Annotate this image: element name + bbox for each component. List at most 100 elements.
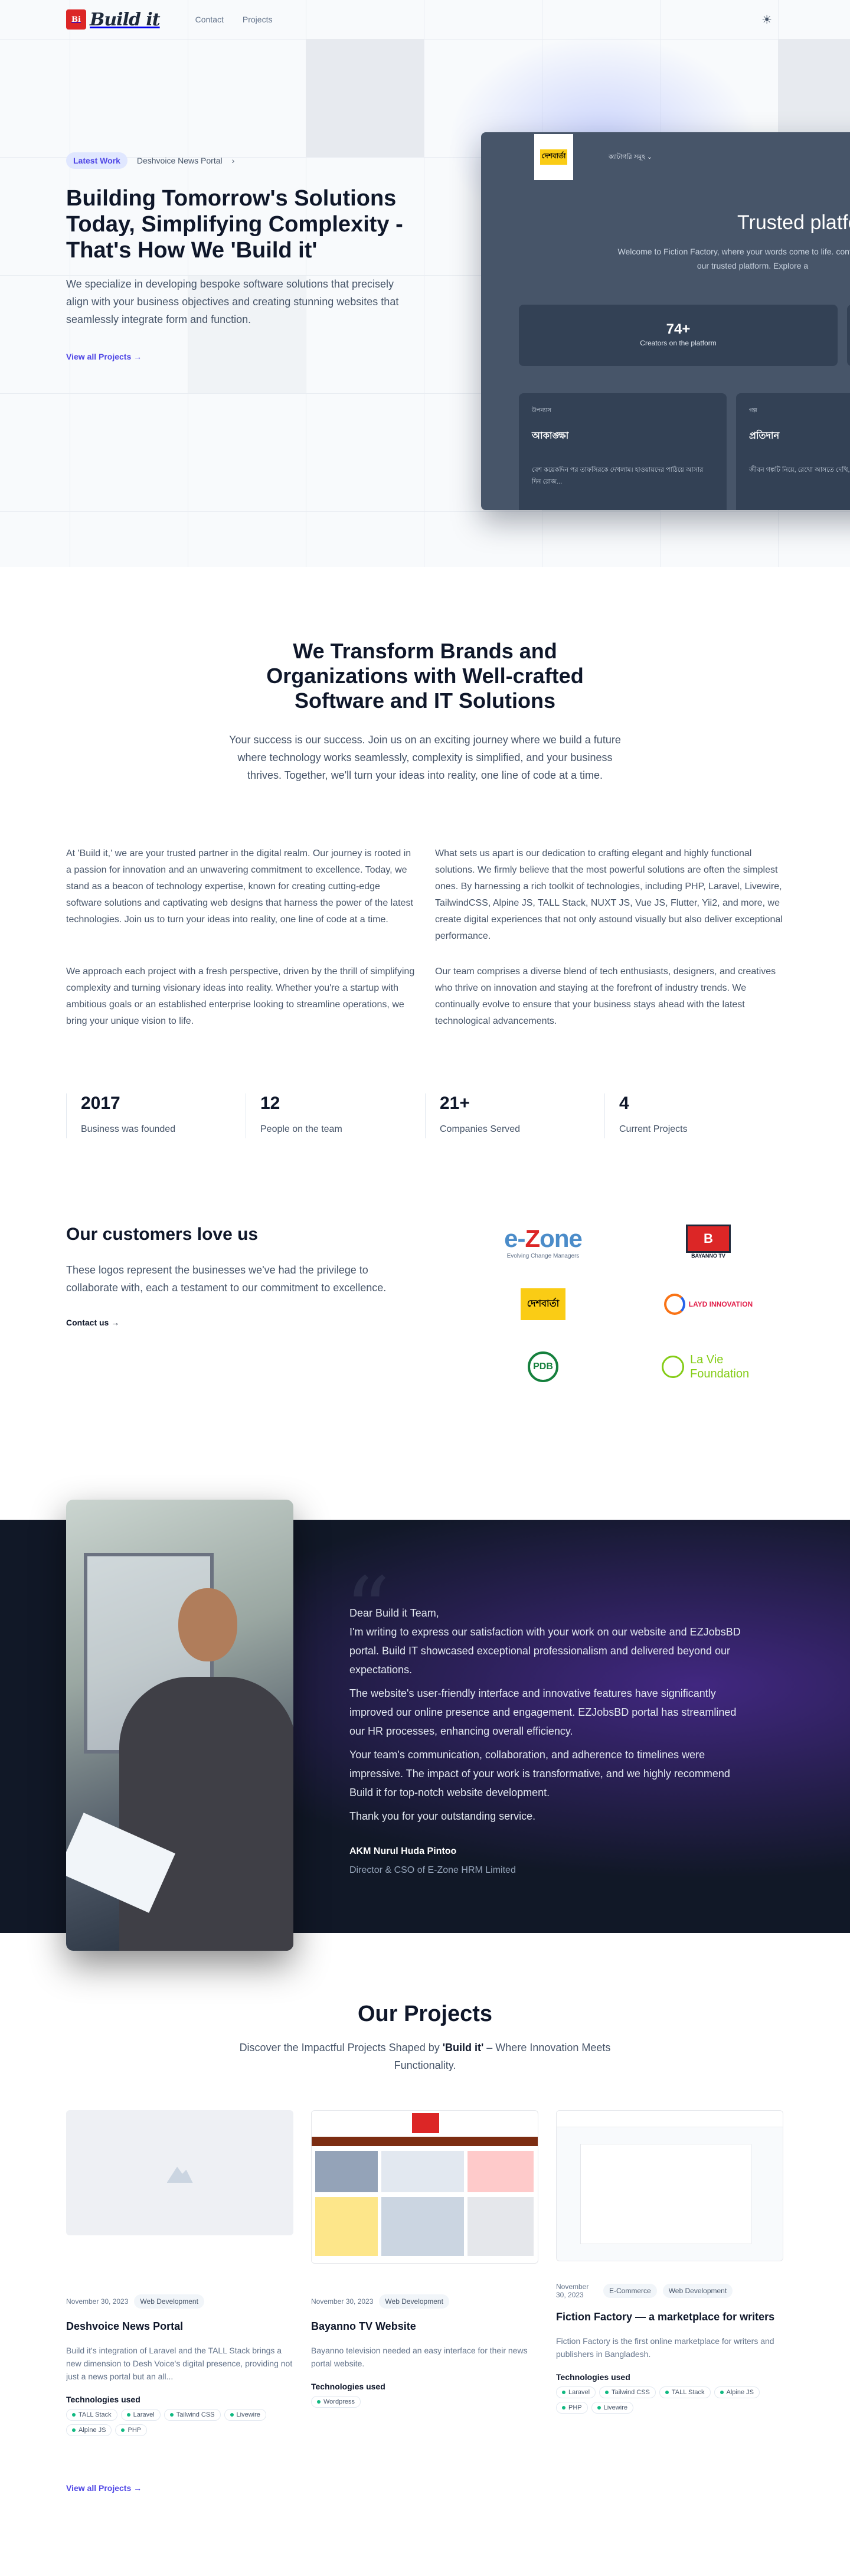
ezone-logo-accent: Z	[525, 1224, 541, 1252]
technologies-label: Technologies used	[66, 2395, 140, 2404]
view-all-projects-link[interactable]: View all Projects →	[66, 352, 142, 361]
latest-work-link[interactable]: Deshvoice News Portal	[137, 156, 223, 165]
tech-label: Alpine JS	[726, 2389, 754, 2396]
stat-value: 4	[619, 1093, 629, 1113]
project-title[interactable]: Fiction Factory — a marketplace for writ…	[556, 2310, 783, 2324]
mock-stat: 74+ Creators on the platform	[519, 305, 838, 366]
tech-badge: Laravel	[120, 2409, 161, 2421]
project-meta: November 30, 2023 E-Commerce Web Develop…	[556, 2283, 783, 2299]
mock-card-tag: গল্প	[749, 407, 757, 414]
stat-label: People on the team	[260, 1124, 342, 1134]
nav-link-projects[interactable]: Projects	[243, 15, 273, 24]
projects-subtitle-text: Discover the Impactful Projects Shaped b…	[239, 2042, 443, 2053]
mock-card-text: জীবন গল্পটি নিয়ে, রেখো আসতে দেখি, ওবোদে…	[749, 466, 850, 474]
tech-badge: Laravel	[556, 2386, 596, 2398]
project-category-tag[interactable]: E-Commerce	[603, 2284, 657, 2298]
dot-icon	[562, 2406, 565, 2410]
mock-card: উপন্যাস আকাঙ্ক্ষা বেশ কয়েকদিন পর তাফসির…	[519, 393, 727, 510]
grid-cell	[306, 39, 424, 157]
about-paragraph: What sets us apart is our dedication to …	[435, 848, 783, 941]
mock-logo-text: দেশবার্তা	[540, 149, 568, 165]
project-card-bayanno[interactable]: November 30, 2023 Web Development Bayann…	[311, 2110, 538, 2436]
tech-label: TALL Stack	[671, 2389, 705, 2396]
project-screenshot: দেশবার্তা ক্যাটাগরি সমূহ ⌄ Trusted platf…	[481, 132, 850, 510]
bayanno-tv-logo: B BAYANNO TV	[626, 1210, 791, 1273]
customers-section: Our customers love us These logos repres…	[66, 1225, 397, 1328]
mock-subtitle: Welcome to Fiction Factory, where your w…	[617, 247, 850, 270]
customer-logos: e-Zone Evolving Change Managers B BAYANN…	[460, 1210, 791, 1398]
dot-icon	[665, 2391, 669, 2394]
project-title[interactable]: Bayanno TV Website	[311, 2319, 538, 2333]
project-category-tag[interactable]: Web Development	[379, 2294, 449, 2309]
tech-label: Laravel	[133, 2411, 155, 2418]
dot-icon	[605, 2391, 609, 2394]
stat-team: 12 People on the team	[246, 1093, 425, 1138]
image-placeholder-icon	[166, 2166, 193, 2183]
news-image-block	[315, 2151, 378, 2192]
tech-badge: TALL Stack	[66, 2409, 117, 2421]
tech-badge: TALL Stack	[659, 2386, 711, 2398]
tech-badge: Alpine JS	[66, 2424, 112, 2436]
dot-icon	[562, 2391, 565, 2394]
technology-list: Wordpress	[311, 2396, 538, 2408]
tech-label: PHP	[568, 2404, 582, 2411]
brand-logo[interactable]: Bi Build it	[66, 9, 161, 30]
app-topbar	[557, 2111, 783, 2127]
stat-value: 12	[260, 1093, 280, 1113]
projects-grid: November 30, 2023 Web Development Deshvo…	[66, 2110, 784, 2436]
stat-projects: 4 Current Projects	[604, 1093, 784, 1138]
stat-label: Current Projects	[619, 1124, 688, 1134]
dot-icon	[169, 2413, 174, 2417]
la-vie-foundation-logo: La Vie Foundation	[626, 1336, 791, 1398]
customers-description: These logos represent the businesses we'…	[66, 1264, 387, 1294]
hero-content: Latest Work Deshvoice News Portal › Buil…	[66, 152, 408, 363]
chevron-right-icon: ›	[231, 156, 235, 165]
layd-ring-icon	[663, 1294, 685, 1315]
quote-paragraph: I'm writing to express our satisfaction …	[349, 1626, 741, 1676]
nav-link-contact[interactable]: Contact	[195, 15, 224, 24]
projects-title: Our Projects	[357, 2002, 493, 2026]
stat-companies: 21+ Companies Served	[425, 1093, 604, 1138]
customers-title: Our customers love us	[66, 1225, 259, 1244]
news-nav-band	[312, 2137, 538, 2146]
mock-stat-secondary	[847, 305, 850, 366]
tech-badge: PHP	[115, 2424, 148, 2436]
dot-icon	[230, 2413, 234, 2417]
news-image-block	[381, 2197, 464, 2256]
contact-us-link[interactable]: Contact us →	[66, 1318, 119, 1327]
stat-label: Companies Served	[440, 1124, 521, 1134]
sun-icon[interactable]: ☀	[761, 12, 772, 27]
project-description: Build it's integration of Laravel and th…	[66, 2346, 293, 2381]
technologies-label: Technologies used	[556, 2372, 630, 2382]
app-form-panel	[580, 2144, 751, 2244]
hero-description: We specialize in developing bespoke soft…	[66, 278, 399, 325]
la-vie-logo-text: La Vie Foundation	[690, 1353, 750, 1380]
mock-card: গল্প প্রতিদান জীবন গল্পটি নিয়ে, রেখো আস…	[736, 393, 850, 510]
mock-logo: দেশবার্তা	[534, 134, 573, 180]
tech-badge: Livewire	[591, 2402, 633, 2414]
transform-subtitle: Your success is our success. Join us on …	[229, 734, 621, 781]
pdb-logo-mark: PDB	[528, 1351, 558, 1382]
transform-section: We Transform Brands and Organizations wi…	[0, 639, 850, 784]
news-image-block	[315, 2197, 378, 2256]
ezone-tagline: Evolving Change Managers	[506, 1252, 580, 1259]
leaf-icon	[662, 1356, 684, 1378]
view-all-projects-link-bottom[interactable]: View all Projects →	[66, 2483, 142, 2493]
dot-icon	[126, 2413, 130, 2417]
ezone-logo-text: one	[540, 1224, 583, 1252]
tech-label: Wordpress	[323, 2398, 355, 2405]
project-category-tag[interactable]: Web Development	[134, 2294, 204, 2309]
mock-nav: ক্যাটাগরি সমূহ ⌄	[609, 153, 653, 161]
project-category-tag[interactable]: Web Development	[662, 2284, 733, 2298]
top-nav: Bi Build it Contact Projects ☀	[0, 0, 850, 39]
mock-stat-label: Creators on the platform	[640, 339, 717, 347]
testimonial-role: Director & CSO of E-Zone HRM Limited	[349, 1865, 516, 1875]
project-card-deshvoice[interactable]: November 30, 2023 Web Development Deshvo…	[66, 2110, 293, 2436]
latest-work-row[interactable]: Latest Work Deshvoice News Portal ›	[66, 152, 408, 169]
project-image-fiction-factory	[556, 2110, 783, 2261]
project-card-fiction-factory[interactable]: November 30, 2023 E-Commerce Web Develop…	[556, 2110, 783, 2436]
mock-stat-value: 74+	[666, 321, 691, 337]
project-title[interactable]: Deshvoice News Portal	[66, 2319, 293, 2333]
latest-work-pill[interactable]: Latest Work	[66, 152, 128, 169]
about-section: At 'Build it,' we are your trusted partn…	[66, 845, 784, 1030]
